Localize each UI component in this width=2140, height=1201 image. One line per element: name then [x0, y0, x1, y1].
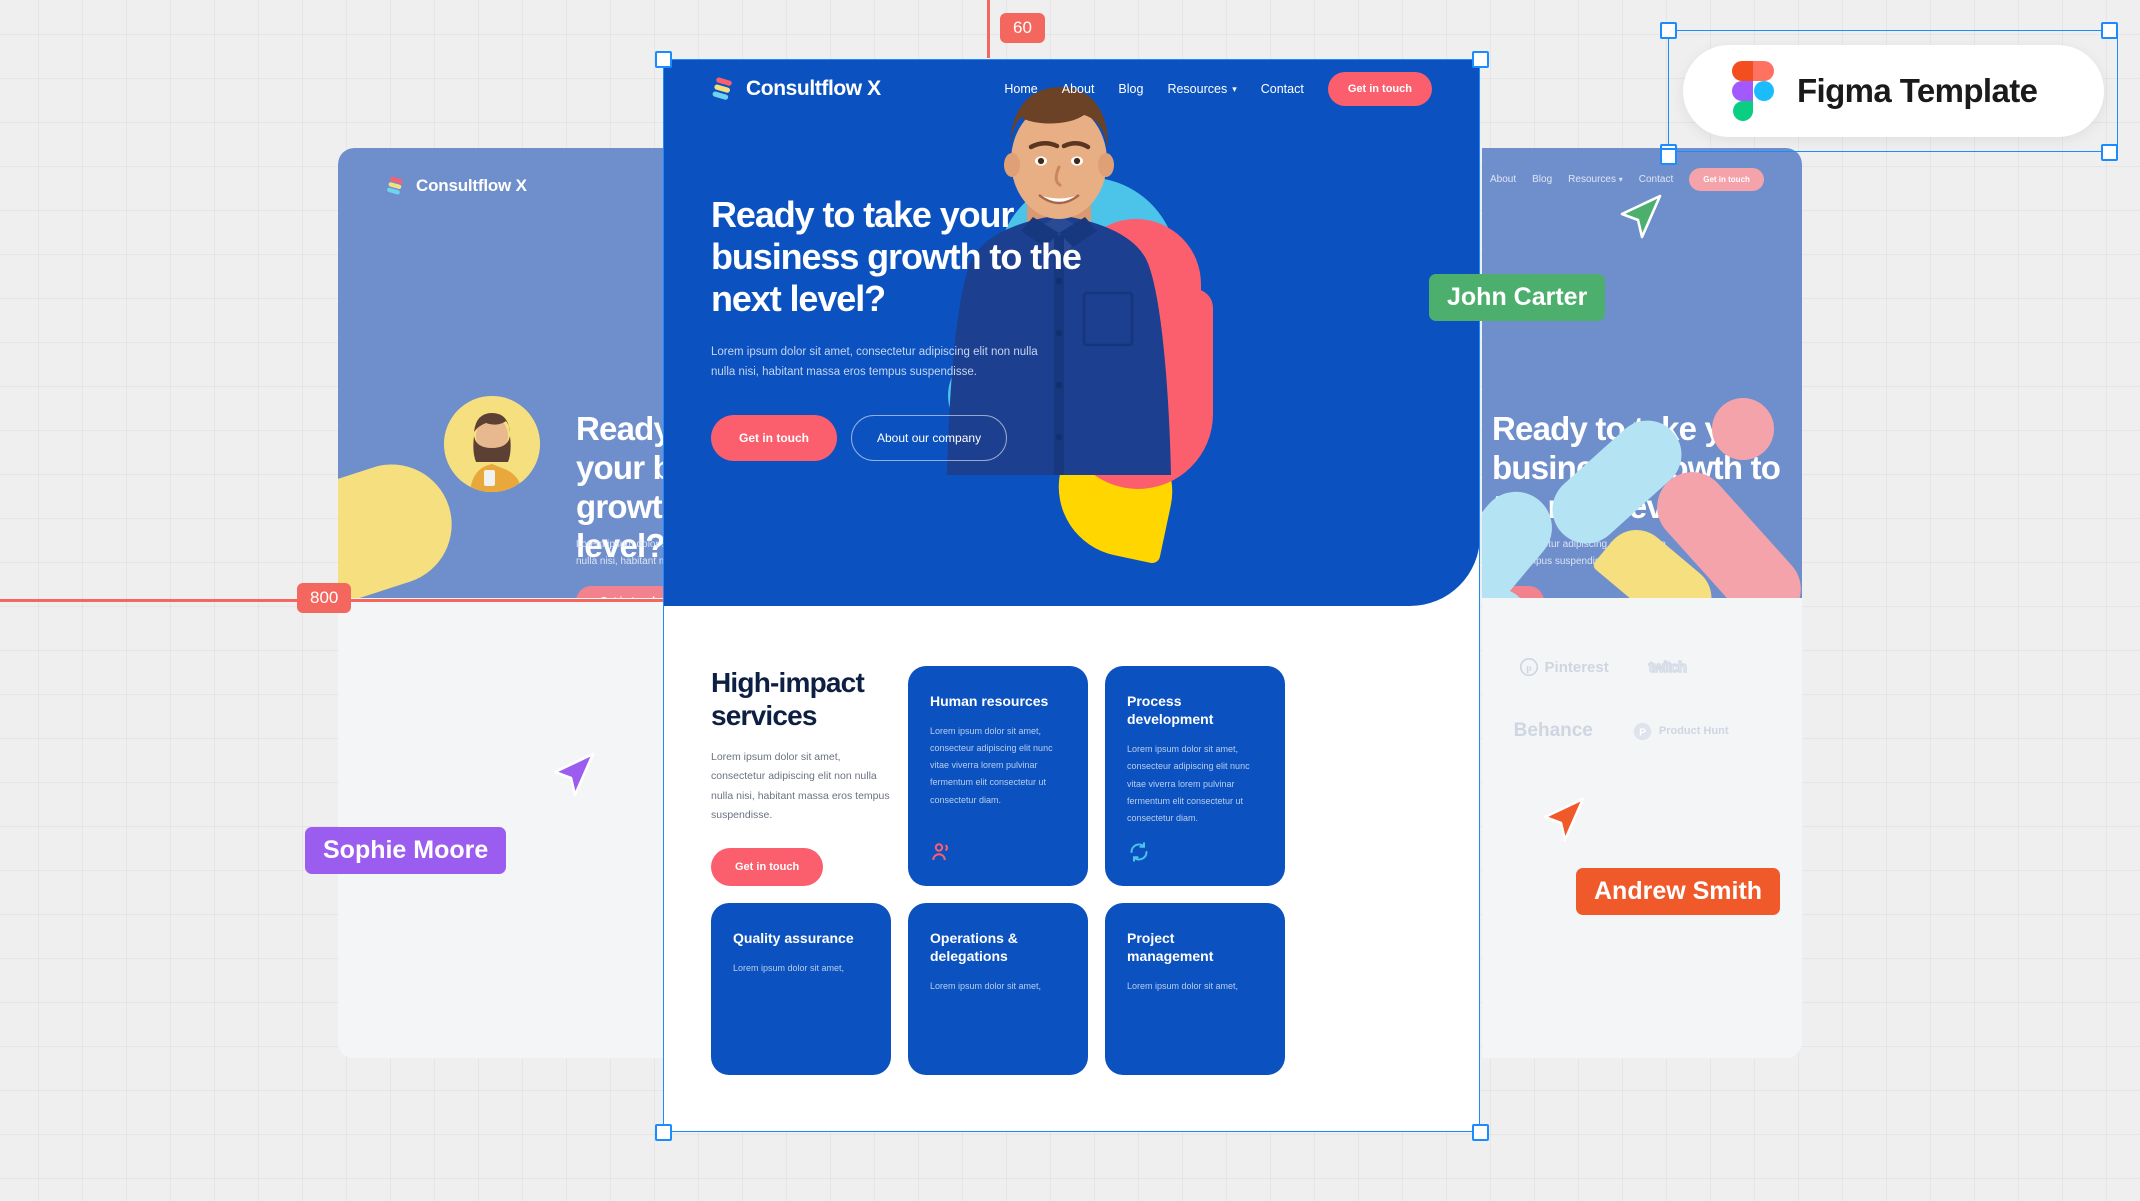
services-grid-spacer	[1302, 666, 1480, 886]
figma-canvas[interactable]: Consultflow X Ready to take your busines…	[0, 0, 2140, 1201]
hero-buttons: Get in touch About our company	[711, 414, 1091, 461]
figma-template-label: Figma Template	[1797, 72, 2038, 109]
service-card-process-development[interactable]: Process development Lorem ipsum dolor si…	[1105, 666, 1285, 886]
nav-link-resources-label: Resources	[1167, 82, 1228, 96]
right-nav-cta[interactable]: Get in touch	[1689, 168, 1764, 191]
producthunt-icon: P	[1633, 722, 1652, 740]
yellow-blob-shape	[338, 448, 468, 598]
svg-text:P: P	[1639, 727, 1646, 738]
right-nav[interactable]: About Blog Resources ▾ Contact Get in to…	[1490, 168, 1764, 191]
cursor-label-john-carter: John Carter	[1429, 274, 1606, 321]
producthunt-logo: P Product Hunt	[1633, 722, 1729, 741]
hero-paragraph: Lorem ipsum dolor sit amet, consectetur …	[711, 346, 1038, 379]
services-grid: High-impact services Lorem ipsum dolor s…	[711, 666, 1432, 1075]
service-card-0-title: Human resources	[930, 693, 1049, 709]
cursor-andrew-smith	[1543, 797, 1585, 842]
service-card-4-title: Project management	[1127, 929, 1214, 964]
services-paragraph: Lorem ipsum dolor sit amet, consectetur …	[711, 751, 890, 822]
cursor-sophie-moore	[553, 752, 595, 797]
nav-link-contact[interactable]: Contact	[1261, 82, 1304, 96]
right-nav-link-0[interactable]: About	[1490, 174, 1516, 185]
right-nav-link-1[interactable]: Blog	[1532, 174, 1552, 185]
service-card-1-title: Process development	[1127, 693, 1214, 728]
right-logo-row-1: be p Pinterest twitch	[1482, 658, 1688, 677]
service-card-operations-delegations[interactable]: Operations & delegations Lorem ipsum dol…	[908, 902, 1088, 1075]
brand[interactable]: Consultflow X	[711, 77, 881, 101]
selection-handle-bottom-right[interactable]	[1472, 1124, 1489, 1141]
hero-primary-button[interactable]: Get in touch	[711, 414, 837, 461]
main-nav[interactable]: Consultflow X Home About Blog Resources …	[663, 59, 1480, 119]
nav-link-resources[interactable]: Resources ▾	[1167, 82, 1236, 96]
service-card-3-body: Lorem ipsum dolor sit amet,	[930, 981, 1042, 992]
cursor-label-andrew-smith: Andrew Smith	[1576, 868, 1781, 915]
nav-link-about[interactable]: About	[1062, 82, 1095, 96]
left-avatar	[444, 396, 540, 492]
figma-template-badge[interactable]: Figma Template	[1683, 45, 2104, 137]
service-card-quality-assurance[interactable]: Quality assurance Lorem ipsum dolor sit …	[711, 902, 891, 1075]
chevron-down-icon: ▾	[1232, 83, 1237, 94]
cursor-john-carter	[1620, 194, 1662, 239]
people-icon	[932, 843, 948, 860]
pinterest-logo: p Pinterest	[1519, 658, 1609, 676]
brand-name: Consultflow X	[746, 77, 881, 100]
service-card-2-body: Lorem ipsum dolor sit amet,	[733, 962, 845, 973]
nav-links[interactable]: Home About Blog Resources ▾ Contact Get …	[1004, 72, 1432, 106]
hero-section: Consultflow X Home About Blog Resources …	[663, 59, 1480, 606]
service-card-project-management[interactable]: Project management Lorem ipsum dolor sit…	[1105, 902, 1285, 1075]
pill-handle-top-right[interactable]	[2101, 22, 2118, 39]
pinterest-icon: p	[1519, 658, 1538, 676]
producthunt-label: Product Hunt	[1658, 725, 1729, 737]
main-artboard[interactable]: Consultflow X Home About Blog Resources …	[663, 59, 1480, 1132]
right-lower-section: be p Pinterest twitch w Behance P Produc…	[1482, 598, 1802, 1058]
nested-handle[interactable]	[1660, 148, 1677, 165]
right-logo-row-2: w Behance P Product Hunt	[1482, 720, 1729, 742]
behance-icon: Behance	[1513, 720, 1593, 741]
measure-badge-800: 800	[297, 583, 352, 613]
refresh-cycle-icon	[1130, 841, 1148, 862]
figma-logo-icon	[1732, 61, 1774, 121]
twitch-icon: twitch	[1648, 658, 1688, 677]
hero-copy: Ready to take your business growth to th…	[711, 194, 1091, 461]
service-card-0-body: Lorem ipsum dolor sit amet, consecteur a…	[930, 726, 1053, 805]
nav-cta-button[interactable]: Get in touch	[1327, 72, 1432, 106]
service-card-2-title: Quality assurance	[733, 929, 854, 946]
nav-link-blog[interactable]: Blog	[1118, 82, 1143, 96]
pill-handle-bottom-right[interactable]	[2101, 144, 2118, 161]
services-heading: High-impact services	[711, 667, 865, 732]
hero-heading: Ready to take your business growth to th…	[711, 194, 1082, 320]
cursor-label-sophie-moore: Sophie Moore	[305, 827, 507, 874]
service-card-human-resources[interactable]: Human resources Lorem ipsum dolor sit am…	[908, 666, 1088, 886]
left-brand[interactable]: Consultflow X	[386, 176, 527, 196]
svg-text:p: p	[1526, 663, 1532, 674]
pinterest-label: Pinterest	[1544, 658, 1609, 676]
service-card-4-body: Lorem ipsum dolor sit amet,	[1127, 981, 1239, 992]
pill-handle-top-left[interactable]	[1660, 22, 1677, 39]
service-card-1-body: Lorem ipsum dolor sit amet, consecteur a…	[1127, 744, 1250, 823]
measure-line-horizontal-right	[300, 599, 660, 602]
measure-badge-60: 60	[1000, 13, 1045, 43]
right-nav-link-2-label: Resources	[1568, 174, 1616, 185]
right-nav-link-2[interactable]: Resources ▾	[1568, 174, 1623, 185]
service-card-3-title: Operations & delegations	[930, 929, 1018, 964]
measure-line-vertical	[987, 0, 990, 58]
chevron-down-icon: ▾	[1618, 175, 1623, 184]
services-cta-button[interactable]: Get in touch	[711, 847, 824, 886]
hero-secondary-button[interactable]: About our company	[851, 414, 1008, 461]
consultflow-logo-icon	[387, 176, 403, 195]
consultflow-logo-icon	[712, 77, 732, 100]
left-brand-name: Consultflow X	[416, 176, 527, 195]
services-section: High-impact services Lorem ipsum dolor s…	[663, 606, 1480, 1075]
selection-handle-bottom-left[interactable]	[655, 1124, 672, 1141]
pink-circle-shape	[1712, 398, 1774, 460]
services-intro: High-impact services Lorem ipsum dolor s…	[711, 666, 891, 886]
nav-link-home[interactable]: Home	[1004, 82, 1037, 96]
right-nav-link-3[interactable]: Contact	[1639, 174, 1673, 185]
